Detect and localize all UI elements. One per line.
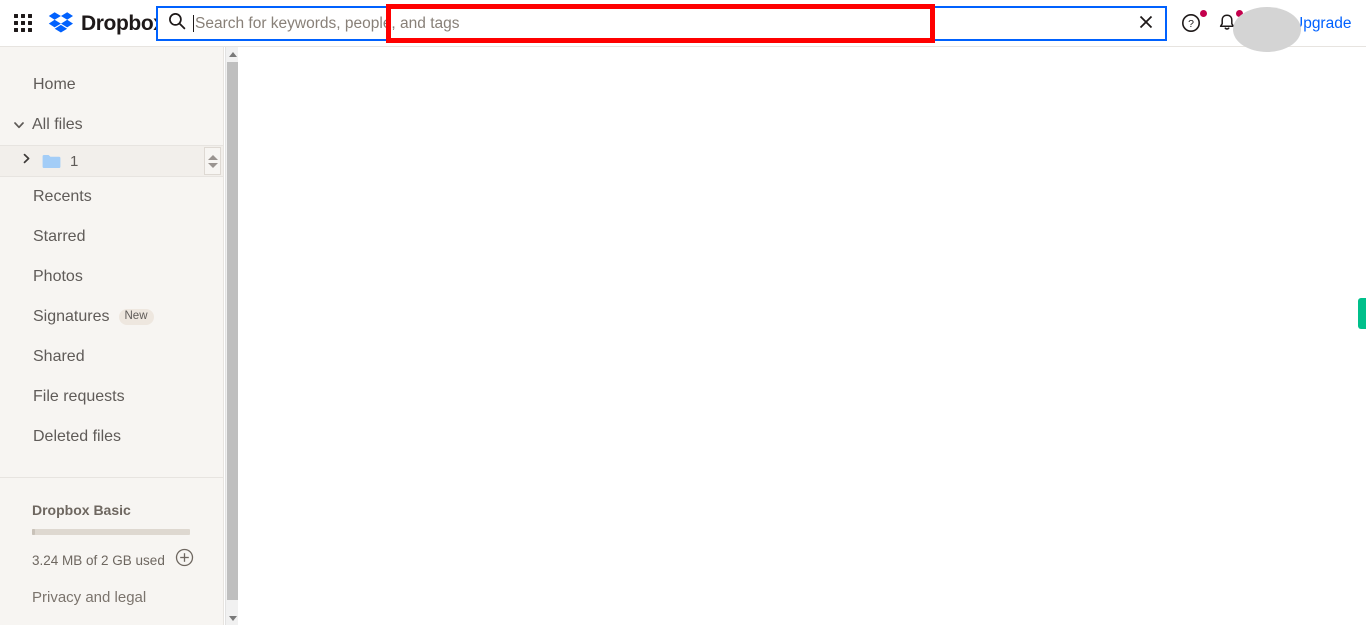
apps-grid-icon[interactable] <box>12 12 34 34</box>
triangle-up <box>228 51 237 57</box>
sidebar-item-file-requests[interactable]: File requests <box>0 377 223 417</box>
dropbox-home-logo[interactable]: Dropbox <box>48 10 165 36</box>
sidebar-item-label: Home <box>33 76 76 93</box>
sidebar-item-label: Starred <box>33 228 86 245</box>
triangle-down <box>228 615 237 621</box>
sidebar-item-label: Signatures <box>33 308 110 325</box>
plus-circle-icon[interactable] <box>175 548 194 572</box>
sidebar: Home All files 1 Recents Starred Photos … <box>0 47 224 625</box>
feedback-tab[interactable] <box>1358 298 1366 329</box>
scrollbar-thumb[interactable] <box>227 62 238 600</box>
stepper-up-icon[interactable] <box>207 154 218 160</box>
sidebar-item-label: All files <box>32 116 83 133</box>
sidebar-item-photos[interactable]: Photos <box>0 257 223 297</box>
new-badge: New <box>118 308 154 326</box>
sidebar-item-starred[interactable]: Starred <box>0 217 223 257</box>
top-header-bar: Dropbox Search for keywords, people, and… <box>0 0 1366 52</box>
sidebar-item-label: Photos <box>33 268 83 285</box>
dropbox-logo-icon <box>48 10 74 36</box>
sidebar-folder-row[interactable]: 1 <box>0 145 223 177</box>
search-field[interactable] <box>156 6 1167 41</box>
folder-name: 1 <box>70 152 79 170</box>
folder-icon <box>42 154 61 169</box>
text-cursor <box>193 15 194 32</box>
storage-usage-row: 3.24 MB of 2 GB used <box>0 535 223 572</box>
search-input[interactable] <box>195 9 1129 38</box>
privacy-and-legal-link[interactable]: Privacy and legal <box>32 589 146 606</box>
storage-usage-text: 3.24 MB of 2 GB used <box>32 552 165 568</box>
plan-name: Dropbox Basic <box>32 502 131 518</box>
search-icon <box>168 12 186 35</box>
chevron-down-icon <box>12 118 32 132</box>
chevron-right-icon[interactable] <box>20 152 33 170</box>
help-circle-icon: ? <box>1180 14 1204 39</box>
svg-text:?: ? <box>1188 18 1194 30</box>
sidebar-item-deleted-files[interactable]: Deleted files <box>0 417 223 457</box>
sidebar-item-all-files[interactable]: All files <box>0 105 223 145</box>
sidebar-item-label: Deleted files <box>33 428 122 445</box>
close-icon <box>1137 13 1155 34</box>
sidebar-item-label: File requests <box>33 388 125 405</box>
help-button[interactable]: ? <box>1180 10 1207 39</box>
stepper-down-icon[interactable] <box>207 162 218 168</box>
sidebar-item-home[interactable]: Home <box>0 65 223 105</box>
clear-search-button[interactable] <box>1129 8 1163 39</box>
sidebar-item-signatures[interactable]: Signatures New <box>0 297 223 337</box>
sidebar-scrollbar[interactable] <box>225 47 238 625</box>
folder-stepper[interactable] <box>204 147 221 175</box>
dropbox-app-window: Dropbox Search for keywords, people, and… <box>0 0 1366 625</box>
sidebar-item-shared[interactable]: Shared <box>0 337 223 377</box>
sidebar-item-label: Recents <box>33 188 92 205</box>
sidebar-item-label: Shared <box>33 348 85 365</box>
main-content-area <box>238 47 1366 625</box>
avatar[interactable] <box>1233 7 1301 52</box>
sidebar-item-recents[interactable]: Recents <box>0 177 223 217</box>
brand-wordmark: Dropbox <box>81 11 165 35</box>
help-badge-dot <box>1200 10 1207 17</box>
